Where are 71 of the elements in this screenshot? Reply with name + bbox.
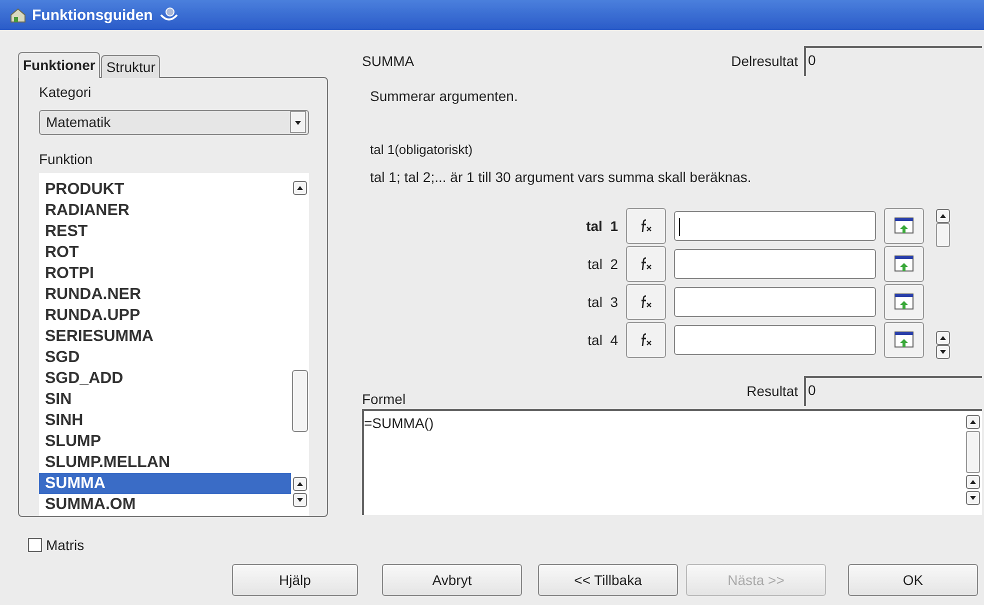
scroll-thumb[interactable] (292, 370, 308, 432)
scrollbar[interactable] (936, 207, 950, 359)
function-item[interactable]: REST (39, 220, 291, 242)
function-item[interactable]: SERIESUMMA (39, 326, 291, 347)
function-item[interactable]: ROTPI (39, 262, 291, 284)
function-item[interactable]: SLUMP.MELLAN (39, 452, 291, 473)
argument-label: tal 4 (586, 332, 618, 348)
scroll-up-icon[interactable] (966, 415, 980, 429)
dialog-button[interactable]: Hjälp (232, 564, 358, 596)
function-item[interactable]: SLUMP (39, 430, 291, 452)
result-field: 0 (804, 376, 982, 406)
function-label: Funktion (39, 150, 94, 167)
function-wizard-button[interactable] (626, 208, 666, 244)
function-item[interactable]: SINH (39, 410, 291, 431)
argument-input[interactable] (674, 287, 876, 317)
tab[interactable]: Funktioner (18, 52, 100, 78)
fx-icon (639, 333, 653, 347)
shrink-button[interactable] (884, 246, 924, 282)
window-title: Funktionsguiden (32, 6, 153, 24)
fx-icon (639, 219, 653, 233)
function-item[interactable]: SGD_ADD (39, 368, 291, 389)
function-item[interactable]: ROT (39, 242, 291, 263)
scroll-thumb[interactable] (966, 431, 980, 473)
fx-icon (639, 257, 653, 271)
partial-result-label: Delresultat (731, 53, 798, 69)
function-item[interactable]: RUNDA.NER (39, 284, 291, 305)
argument-input[interactable] (674, 211, 876, 241)
argument-label: tal 3 (586, 294, 618, 310)
house-icon (10, 7, 26, 23)
partial-result-field: 0 (804, 46, 982, 76)
dialog-button[interactable]: Avbryt (382, 564, 522, 596)
matrix-checkbox[interactable]: Matris (28, 537, 348, 553)
function-item[interactable]: RADIANER (39, 200, 291, 221)
function-description: Summerar argumenten. (370, 88, 519, 104)
argument-label: tal 1 (585, 218, 618, 234)
scroll-up-icon[interactable] (293, 476, 307, 491)
function-wizard-button[interactable] (626, 246, 666, 282)
shrink-button[interactable] (884, 322, 924, 358)
argument-title: tal 1(obligatoriskt) (370, 142, 474, 157)
result-label: Resultat (746, 383, 798, 399)
function-item[interactable]: SGD (39, 346, 291, 368)
function-item[interactable]: SIN (39, 388, 291, 410)
scroll-up-icon[interactable] (293, 180, 307, 195)
scroll-down-icon[interactable] (966, 491, 980, 505)
function-item[interactable]: PRODUKT (39, 178, 291, 200)
category-dropdown[interactable]: Matematik (39, 110, 309, 135)
scroll-down-icon[interactable] (293, 492, 307, 507)
formula-label: Formel (362, 390, 407, 407)
dialog-button[interactable]: << Tillbaka (538, 564, 678, 596)
argument-description: tal 1; tal 2;... är 1 till 30 argument vars summa skall beräknas. (370, 169, 752, 185)
category-label: Kategori (39, 84, 92, 100)
argument-input[interactable] (674, 325, 876, 355)
function-name: SUMMA (362, 53, 416, 69)
scroll-down-icon[interactable] (936, 345, 950, 359)
scroll-up-icon[interactable] (936, 209, 950, 223)
scroll-up-icon[interactable] (936, 331, 950, 345)
argument-input[interactable] (674, 249, 876, 279)
shrink-button[interactable] (884, 284, 924, 320)
scroll-thumb[interactable] (936, 223, 950, 247)
function-item[interactable]: SUMMA.OM (39, 494, 291, 515)
function-item[interactable]: SUMMA (39, 472, 291, 494)
fx-icon (639, 295, 653, 309)
function-item[interactable]: RUNDA.UPP (39, 304, 291, 326)
function-wizard-button[interactable] (626, 284, 666, 320)
dialog-button[interactable]: OK (848, 564, 978, 596)
scroll-up-icon[interactable] (966, 475, 980, 489)
function-wizard-button[interactable] (626, 322, 666, 358)
argument-label: tal 2 (586, 256, 618, 272)
formula-field[interactable]: =SUMMA() (362, 409, 982, 515)
tab[interactable]: Struktur (101, 55, 160, 78)
shrink-button[interactable] (884, 208, 924, 244)
